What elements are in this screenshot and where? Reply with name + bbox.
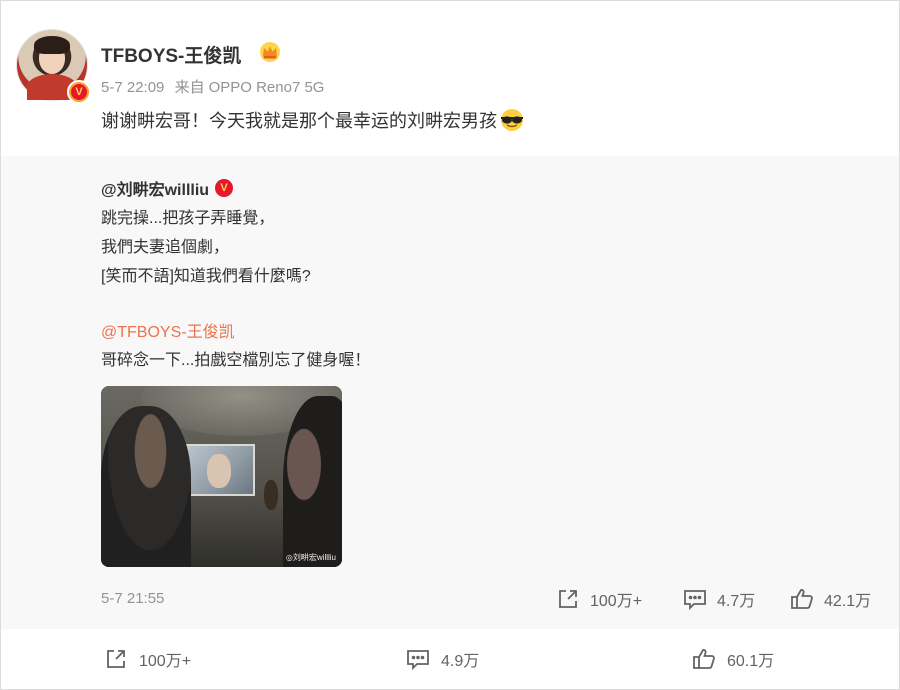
repost-extra-line: 哥碎念一下...拍戲空檔別忘了健身喔！ xyxy=(101,352,371,369)
repost-like-count: 42.1万 xyxy=(824,593,872,610)
post-meta: 5-7 22:09 来自 OPPO Reno7 5G xyxy=(101,76,324,97)
source-prefix: 来自 xyxy=(174,79,205,96)
share-button[interactable]: 100万+ xyxy=(103,646,191,672)
photo-guitar xyxy=(264,480,278,510)
comment-button[interactable]: 4.9万 xyxy=(405,646,479,672)
repost-comment-count: 4.7万 xyxy=(717,593,756,610)
repost-block: @刘畊宏willliu V 跳完操...把孩子弄睡覺， 我們夫妻追個劇， [笑而… xyxy=(1,156,899,629)
share-icon xyxy=(559,590,577,608)
mention-link[interactable]: @TFBOYS-王俊凯 xyxy=(101,318,235,342)
repost-share-button[interactable]: 100万+ xyxy=(555,586,642,612)
post-text-row: 谢谢畊宏哥！今天我就是那个最幸运的刘畊宏男孩 xyxy=(101,107,526,133)
repost-line: 我們夫妻追個劇， xyxy=(101,239,230,256)
repost-text: 跳完操...把孩子弄睡覺， 我們夫妻追個劇， [笑而不語]知道我們看什麼嗎? xyxy=(101,204,311,291)
photo-projector-screen xyxy=(181,444,255,496)
photo-man xyxy=(101,406,191,567)
photo-watermark: ◎刘畊宏willliu xyxy=(285,553,336,562)
repost-author-row: @刘畊宏willliu V xyxy=(101,176,234,200)
repost-line: [笑而不語]知道我們看什麼嗎? xyxy=(101,268,311,285)
crown-icon xyxy=(260,42,280,62)
comment-icon xyxy=(407,650,429,671)
repost-share-count: 100万+ xyxy=(590,593,643,610)
like-button[interactable]: 60.1万 xyxy=(691,646,774,672)
repost-time[interactable]: 5-7 21:55 xyxy=(101,590,164,607)
comment-icon xyxy=(684,590,706,611)
avatar[interactable]: V xyxy=(16,29,91,104)
thumbs-up-icon xyxy=(791,589,813,609)
photo-screen-face xyxy=(207,454,231,488)
sunglasses-emoji-icon xyxy=(501,109,523,131)
repost-line: 跳完操...把孩子弄睡覺， xyxy=(101,210,275,227)
verified-icon: V xyxy=(67,80,91,104)
share-icon xyxy=(107,650,125,668)
post-photo[interactable]: ◎刘畊宏willliu xyxy=(101,386,342,567)
avatar-hair xyxy=(34,36,70,54)
comment-count: 4.9万 xyxy=(441,653,480,670)
thumbs-up-icon xyxy=(693,649,715,669)
weibo-post-card: V TFBOYS-王俊凯 5-7 22:09 来自 OPPO Reno7 5G 谢… xyxy=(0,0,900,690)
repost-like-button[interactable]: 42.1万 xyxy=(789,586,871,612)
post-text: 谢谢畊宏哥！今天我就是那个最幸运的刘畊宏男孩 xyxy=(101,111,497,131)
repost-comment-button[interactable]: 4.7万 xyxy=(682,586,755,612)
verified-icon: V xyxy=(215,179,234,197)
repost-author[interactable]: @刘畊宏willliu xyxy=(101,176,209,200)
like-count: 60.1万 xyxy=(727,653,775,670)
post-time[interactable]: 5-7 22:09 xyxy=(101,79,164,96)
source-device: OPPO Reno7 5G xyxy=(208,79,325,96)
username[interactable]: TFBOYS-王俊凯 xyxy=(101,41,241,68)
share-count: 100万+ xyxy=(139,653,192,670)
photo-woman xyxy=(283,396,342,567)
